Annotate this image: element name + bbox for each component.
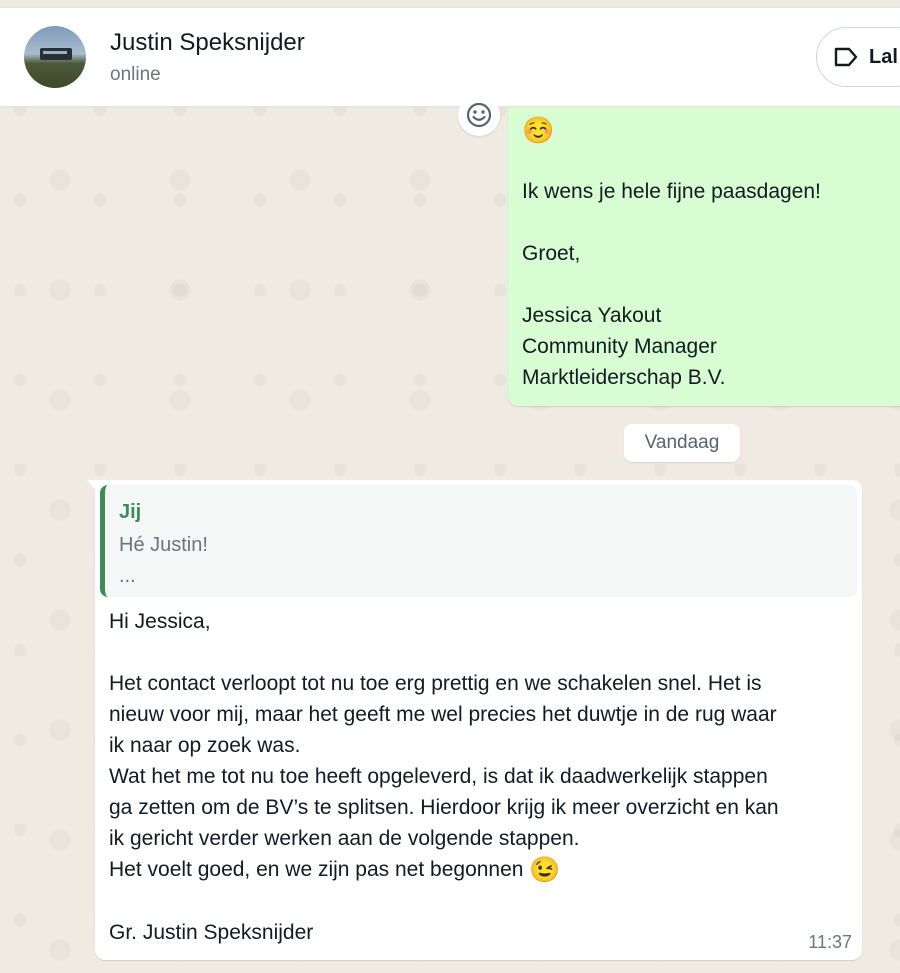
contact-name[interactable]: Justin Speksnijder bbox=[110, 29, 305, 57]
message-body: Hi Jessica, Het contact verloopt tot nu … bbox=[109, 606, 854, 948]
avatar[interactable] bbox=[24, 26, 86, 88]
quote-ellipsis: ... bbox=[119, 565, 136, 587]
day-divider: Vandaag bbox=[624, 424, 740, 462]
message-line-with-emoji: Het voelt goed, en we zijn pas net begon… bbox=[109, 854, 854, 886]
message-line: Ik wens je hele fijne paasdagen! bbox=[522, 180, 821, 203]
quote-author: Jij bbox=[119, 501, 142, 523]
quoted-message[interactable]: Jij Hé Justin! ... bbox=[100, 485, 857, 597]
message-line: Gr. Justin Speksnijder bbox=[109, 921, 314, 944]
chat-header: Justin Speksnijder online Lal bbox=[0, 7, 900, 107]
message-line: Community Manager bbox=[522, 335, 717, 358]
message-line: Wat het me tot nu toe heeft opgeleverd, … bbox=[109, 765, 768, 788]
message-line: ik naar op zoek was. bbox=[109, 734, 301, 757]
message-line: Marktleiderschap B.V. bbox=[522, 366, 726, 389]
react-button[interactable] bbox=[458, 94, 500, 136]
message-line: ik gericht verder werken aan de volgende… bbox=[109, 827, 580, 850]
label-button[interactable]: Lal bbox=[816, 27, 900, 87]
avatar-photo-bus bbox=[40, 48, 72, 60]
message-line: Jessica Yakout bbox=[522, 304, 662, 327]
outgoing-message-bubble[interactable]: ☺️ Ik wens je hele fijne paasdagen! Groe… bbox=[508, 60, 900, 406]
message-line: Het contact verloopt tot nu toe erg pret… bbox=[109, 672, 762, 695]
message-time: 11:37 bbox=[808, 932, 852, 952]
label-tag-icon bbox=[834, 47, 858, 67]
message-line: Het voelt goed, en we zijn pas net begon… bbox=[109, 858, 524, 881]
label-button-text: Lal bbox=[869, 45, 898, 68]
winking-emoji: 😉 bbox=[529, 856, 561, 884]
incoming-message-bubble[interactable]: Jij Hé Justin! ... Hi Jessica, Het conta… bbox=[87, 480, 862, 960]
message-line: Hi Jessica, bbox=[109, 610, 211, 633]
message-line: nieuw voor mij, maar het geeft me wel pr… bbox=[109, 703, 777, 726]
smiling-emoji: ☺️ bbox=[522, 115, 555, 145]
message-line: Groet, bbox=[522, 242, 581, 265]
quote-text: Hé Justin! bbox=[119, 534, 208, 556]
message-line: ga zetten om de BV’s te splitsen. Hierdo… bbox=[109, 796, 779, 819]
contact-status: online bbox=[110, 64, 161, 85]
emoji-smile-icon bbox=[466, 102, 492, 128]
